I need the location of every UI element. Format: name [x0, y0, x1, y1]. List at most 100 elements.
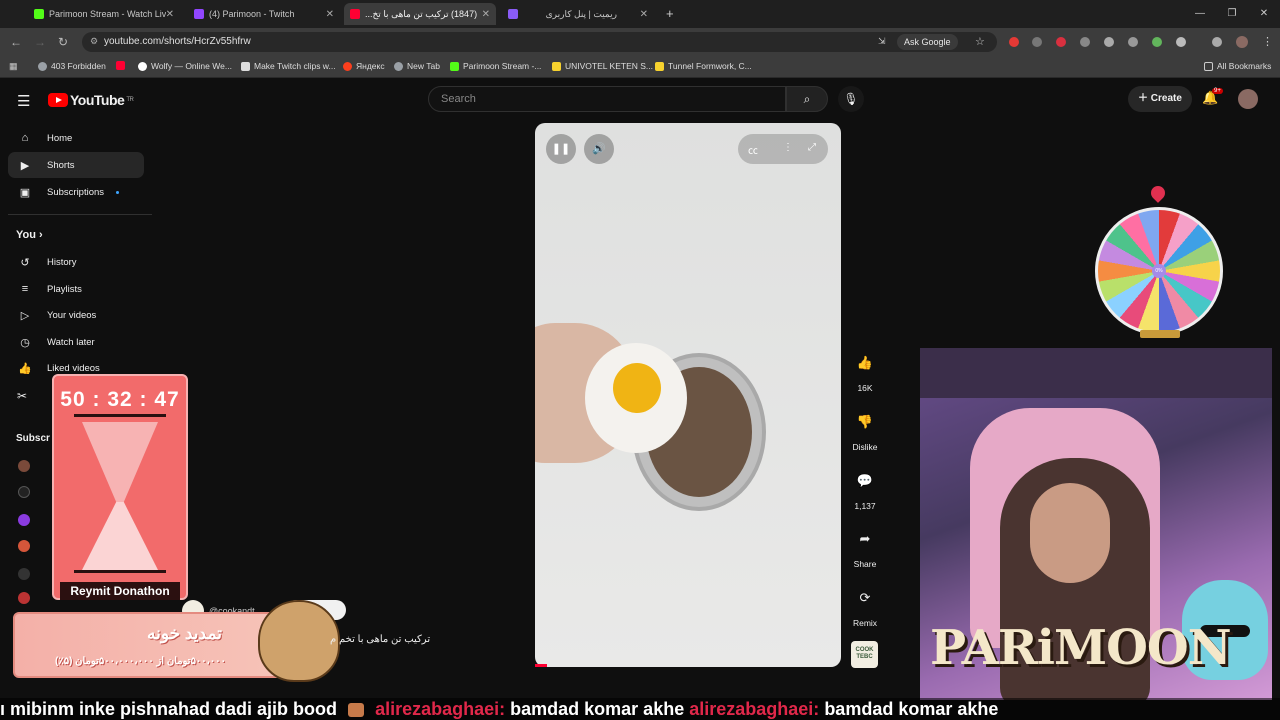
bookmark-star-icon[interactable]: ☆ — [975, 35, 985, 48]
hamburger-menu-icon[interactable]: ☰ — [17, 92, 30, 110]
extension-icon[interactable] — [1080, 37, 1090, 47]
omnibox[interactable]: ⚙ youtube.com/shorts/HcrZv55hfrw ⇲ Ask G… — [82, 32, 997, 52]
kick-icon — [34, 9, 44, 19]
channel-avatar[interactable] — [18, 592, 30, 604]
wheel-stand — [1140, 330, 1180, 338]
bookmark-item[interactable]: Яндекс — [343, 61, 385, 71]
channel-thumbnail[interactable]: COOK TEBC — [851, 641, 878, 668]
ticker-username: alirezabaghaei: — [689, 699, 820, 719]
twitch-icon — [194, 9, 204, 19]
youtube-logo[interactable]: YouTube TR — [48, 92, 134, 108]
sidebar-item-playlists[interactable]: ≡ Playlists — [8, 276, 144, 302]
short-video-player[interactable]: ❚❚ 🔊 ㏄ ⋮ ⤢ — [535, 123, 841, 667]
reymit-icon — [508, 9, 518, 19]
wheel-center: 0% — [1152, 264, 1166, 278]
channel-avatar[interactable] — [18, 514, 30, 526]
close-icon[interactable]: ✕ — [166, 9, 174, 20]
channel-avatar[interactable] — [18, 460, 30, 472]
minimize-icon[interactable]: — — [1184, 0, 1216, 28]
bookmark-item[interactable]: Parimoon Stream -... — [450, 61, 541, 71]
bookmark-item[interactable]: 403 Forbidden — [38, 61, 106, 71]
channel-avatar[interactable] — [18, 486, 30, 498]
more-options-icon[interactable]: ⋮ — [783, 142, 793, 153]
tab-kick-stream[interactable]: Parimoon Stream - Watch Live ✕ — [28, 3, 180, 25]
tab-youtube-short[interactable]: (1847) ترکیب تن ماهی با تخ... ✕ — [344, 3, 496, 25]
channel-avatar[interactable] — [18, 568, 30, 580]
dislike-button[interactable]: 👎 Dislike — [845, 407, 885, 452]
streamer-face — [1030, 483, 1110, 583]
sidebar-item-home[interactable]: ⌂ Home — [8, 125, 144, 151]
bookmark-item[interactable] — [116, 61, 129, 70]
profile-avatar[interactable] — [1236, 36, 1248, 48]
create-button[interactable]: ＋ Create — [1128, 86, 1192, 112]
donathon-timer: 50 : 32 : 47 — [52, 374, 188, 600]
reading-list-icon[interactable] — [1212, 37, 1222, 47]
bookmark-item[interactable]: Tunnel Formwork, C... — [655, 61, 752, 71]
site-info-icon[interactable]: ⚙ — [90, 36, 98, 47]
comments-button[interactable]: 💬 1,137 — [845, 466, 885, 511]
pause-button[interactable]: ❚❚ — [546, 134, 576, 164]
fullscreen-icon[interactable]: ⤢ — [808, 142, 816, 153]
extension-icon[interactable] — [1128, 37, 1138, 47]
close-icon[interactable]: ✕ — [326, 9, 334, 20]
extension-icon[interactable] — [1009, 37, 1019, 47]
like-button[interactable]: 👍 16K — [845, 348, 885, 393]
reload-icon[interactable]: ↻ — [58, 35, 68, 49]
sidebar-item-history[interactable]: ↺ History — [8, 249, 144, 275]
hourglass-top-bar — [74, 414, 166, 417]
extension-icon[interactable] — [1032, 37, 1042, 47]
youtube-icon — [350, 9, 360, 19]
extensions-puzzle-icon[interactable] — [1176, 37, 1186, 47]
scissors-icon[interactable]: ✂ — [17, 389, 27, 403]
install-icon[interactable]: ⇲ — [878, 36, 886, 47]
bookmarks-bar: ▦ 403 Forbidden Wolfy — Online We... Mak… — [0, 56, 1280, 78]
apps-grid-icon[interactable]: ▦ — [9, 61, 18, 72]
tab-reymit[interactable]: ریمیت | پنل کاربری ✕ — [502, 3, 654, 25]
bookmark-item[interactable]: UNIVOTEL KETEN S... — [552, 61, 653, 71]
ask-google-button[interactable]: Ask Google — [897, 34, 958, 50]
sidebar-item-subscriptions[interactable]: ▣ Subscriptions — [8, 179, 144, 205]
search-input[interactable]: Search — [428, 86, 786, 112]
player-top-controls: ㏄ ⋮ ⤢ — [738, 134, 828, 164]
extension-icon[interactable] — [1056, 37, 1066, 47]
channel-avatar[interactable] — [18, 540, 30, 552]
sidebar-you-header[interactable]: You › — [16, 229, 43, 241]
sidebar-item-your-videos[interactable]: ▷ Your videos — [8, 302, 144, 328]
clip-icon — [241, 61, 250, 71]
sidebar-item-watch-later[interactable]: ◷ Watch later — [8, 329, 144, 355]
forward-icon[interactable]: → — [34, 35, 46, 49]
share-button[interactable]: ➦ Share — [845, 524, 885, 569]
extension-icon[interactable] — [1152, 37, 1162, 47]
close-icon[interactable]: ✕ — [640, 9, 648, 20]
donation-goal-banner: تمدید خونه ۵۰۰،۰۰۰تومان از ۵۰۰،۰۰۰،۰۰۰تو… — [13, 612, 283, 678]
address-toolbar: ← → ↻ ⚙ youtube.com/shorts/HcrZv55hfrw ⇲… — [0, 28, 1280, 56]
ticker-message: bamdad komar akhe — [824, 699, 999, 719]
bookmark-item[interactable]: Make Twitch clips w... — [241, 61, 336, 71]
browser-menu-icon[interactable]: ⋮ — [1262, 35, 1273, 48]
search-button[interactable]: ⌕ — [786, 86, 828, 112]
s-icon — [552, 61, 561, 71]
sidebar-item-shorts[interactable]: ▶ Shorts — [8, 152, 144, 178]
ticker-username: alirezabaghaei: — [375, 699, 506, 719]
remix-button[interactable]: ⟳ Remix — [845, 583, 885, 628]
plus-icon: ＋ — [1138, 93, 1151, 104]
account-avatar[interactable] — [1238, 89, 1258, 109]
captions-icon[interactable]: ㏄ — [748, 142, 758, 157]
window-close-icon[interactable]: ✕ — [1248, 0, 1280, 28]
voice-search-button[interactable]: 🎙 — [838, 86, 864, 112]
back-icon[interactable]: ← — [10, 35, 22, 49]
thumbs-up-icon: 👍 — [856, 355, 874, 370]
volume-button[interactable]: 🔊 — [584, 134, 614, 164]
bookmark-item[interactable]: Wolfy — Online We... — [138, 61, 232, 71]
short-title[interactable]: ترکیب تن ماهی با تخم م — [330, 634, 430, 645]
short-progress-bar[interactable] — [535, 664, 547, 667]
new-tab-icon[interactable]: + — [666, 6, 674, 21]
figure-shelf — [920, 348, 1272, 398]
restore-icon[interactable]: ❐ — [1216, 0, 1248, 28]
close-icon[interactable]: ✕ — [482, 9, 490, 20]
all-bookmarks[interactable]: All Bookmarks — [1204, 61, 1271, 71]
ticker-message: ı mibinm inke pishnahad dadi ajib bood — [0, 699, 338, 719]
bookmark-item[interactable]: New Tab — [394, 61, 440, 71]
tab-twitch[interactable]: (4) Parimoon - Twitch ✕ — [188, 3, 340, 25]
extension-icon[interactable] — [1104, 37, 1114, 47]
